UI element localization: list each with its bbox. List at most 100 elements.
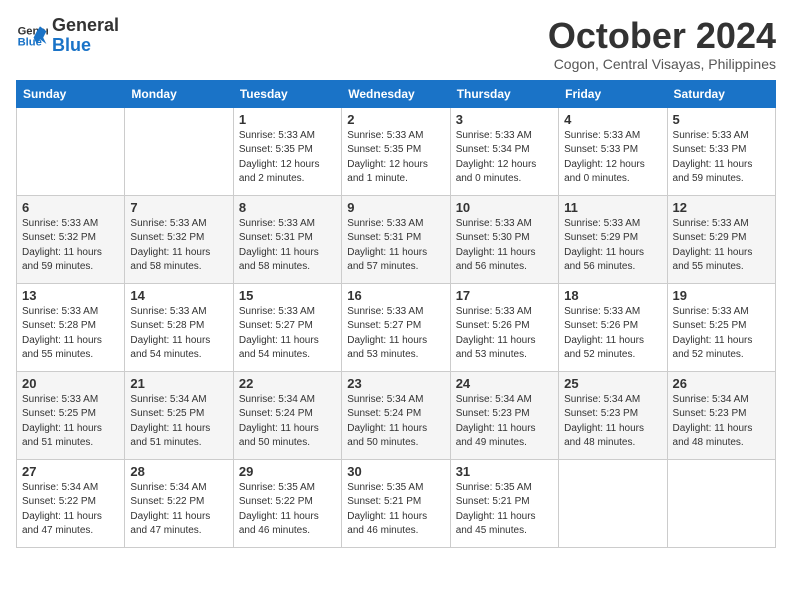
day-number: 31: [456, 464, 553, 479]
day-number: 27: [22, 464, 119, 479]
week-row-2: 6 Sunrise: 5:33 AM Sunset: 5:32 PM Daylig…: [17, 195, 776, 283]
day-number: 8: [239, 200, 336, 215]
calendar-cell: 13 Sunrise: 5:33 AM Sunset: 5:28 PM Dayli…: [17, 283, 125, 371]
day-number: 21: [130, 376, 227, 391]
calendar-cell: 15 Sunrise: 5:33 AM Sunset: 5:27 PM Dayli…: [233, 283, 341, 371]
day-detail: Sunrise: 5:33 AM Sunset: 5:31 PM Dayligh…: [239, 217, 336, 275]
calendar-cell: 30 Sunrise: 5:35 AM Sunset: 5:21 PM Dayli…: [342, 459, 450, 547]
day-detail: Sunrise: 5:33 AM Sunset: 5:32 PM Dayligh…: [22, 217, 119, 275]
calendar-cell: 2 Sunrise: 5:33 AM Sunset: 5:35 PM Daylig…: [342, 107, 450, 195]
page-header: General Blue General Blue October 2024 C…: [16, 16, 776, 72]
day-detail: Sunrise: 5:35 AM Sunset: 5:22 PM Dayligh…: [239, 481, 336, 539]
calendar-cell: 24 Sunrise: 5:34 AM Sunset: 5:23 PM Dayli…: [450, 371, 558, 459]
weekday-header-sunday: Sunday: [17, 80, 125, 107]
calendar-cell: 6 Sunrise: 5:33 AM Sunset: 5:32 PM Daylig…: [17, 195, 125, 283]
day-detail: Sunrise: 5:33 AM Sunset: 5:25 PM Dayligh…: [22, 393, 119, 451]
weekday-header-friday: Friday: [559, 80, 667, 107]
calendar-cell: 21 Sunrise: 5:34 AM Sunset: 5:25 PM Dayli…: [125, 371, 233, 459]
logo-line1: General: [52, 16, 119, 36]
logo: General Blue General Blue: [16, 16, 119, 56]
day-number: 14: [130, 288, 227, 303]
weekday-header-wednesday: Wednesday: [342, 80, 450, 107]
day-number: 18: [564, 288, 661, 303]
calendar-cell: 26Sunrise: 5:34 AM Sunset: 5:23 PM Dayli…: [667, 371, 775, 459]
calendar-table: SundayMondayTuesdayWednesdayThursdayFrid…: [16, 80, 776, 548]
day-detail: Sunrise: 5:34 AM Sunset: 5:22 PM Dayligh…: [22, 481, 119, 539]
day-number: 26: [673, 376, 770, 391]
calendar-cell: 10Sunrise: 5:33 AM Sunset: 5:30 PM Dayli…: [450, 195, 558, 283]
weekday-header-tuesday: Tuesday: [233, 80, 341, 107]
day-detail: Sunrise: 5:33 AM Sunset: 5:28 PM Dayligh…: [22, 305, 119, 363]
logo-icon: General Blue: [16, 20, 48, 52]
day-detail: Sunrise: 5:33 AM Sunset: 5:29 PM Dayligh…: [673, 217, 770, 275]
day-detail: Sunrise: 5:34 AM Sunset: 5:23 PM Dayligh…: [456, 393, 553, 451]
calendar-cell: 31 Sunrise: 5:35 AM Sunset: 5:21 PM Dayli…: [450, 459, 558, 547]
day-detail: Sunrise: 5:33 AM Sunset: 5:25 PM Dayligh…: [673, 305, 770, 363]
day-detail: Sunrise: 5:34 AM Sunset: 5:23 PM Dayligh…: [564, 393, 661, 451]
calendar-cell: 4Sunrise: 5:33 AM Sunset: 5:33 PM Daylig…: [559, 107, 667, 195]
logo-line2: Blue: [52, 36, 119, 56]
weekday-header-monday: Monday: [125, 80, 233, 107]
day-number: 13: [22, 288, 119, 303]
day-number: 2: [347, 112, 444, 127]
day-detail: Sunrise: 5:34 AM Sunset: 5:25 PM Dayligh…: [130, 393, 227, 451]
day-detail: Sunrise: 5:35 AM Sunset: 5:21 PM Dayligh…: [347, 481, 444, 539]
day-number: 23: [347, 376, 444, 391]
day-detail: Sunrise: 5:33 AM Sunset: 5:32 PM Dayligh…: [130, 217, 227, 275]
day-detail: Sunrise: 5:33 AM Sunset: 5:27 PM Dayligh…: [239, 305, 336, 363]
day-detail: Sunrise: 5:33 AM Sunset: 5:35 PM Dayligh…: [347, 129, 444, 187]
day-detail: Sunrise: 5:34 AM Sunset: 5:24 PM Dayligh…: [239, 393, 336, 451]
calendar-cell: 12 Sunrise: 5:33 AM Sunset: 5:29 PM Dayli…: [667, 195, 775, 283]
location: Cogon, Central Visayas, Philippines: [548, 56, 776, 72]
day-number: 19: [673, 288, 770, 303]
day-detail: Sunrise: 5:33 AM Sunset: 5:27 PM Dayligh…: [347, 305, 444, 363]
day-number: 1: [239, 112, 336, 127]
calendar-cell: 16 Sunrise: 5:33 AM Sunset: 5:27 PM Dayli…: [342, 283, 450, 371]
calendar-cell: 25 Sunrise: 5:34 AM Sunset: 5:23 PM Dayli…: [559, 371, 667, 459]
calendar-cell: 8 Sunrise: 5:33 AM Sunset: 5:31 PM Daylig…: [233, 195, 341, 283]
day-number: 20: [22, 376, 119, 391]
day-detail: Sunrise: 5:33 AM Sunset: 5:26 PM Dayligh…: [564, 305, 661, 363]
day-number: 17: [456, 288, 553, 303]
calendar-cell: 5 Sunrise: 5:33 AM Sunset: 5:33 PM Daylig…: [667, 107, 775, 195]
day-number: 12: [673, 200, 770, 215]
day-detail: Sunrise: 5:34 AM Sunset: 5:24 PM Dayligh…: [347, 393, 444, 451]
day-number: 4: [564, 112, 661, 127]
day-detail: Sunrise: 5:33 AM Sunset: 5:29 PM Dayligh…: [564, 217, 661, 275]
week-row-5: 27 Sunrise: 5:34 AM Sunset: 5:22 PM Dayli…: [17, 459, 776, 547]
day-detail: Sunrise: 5:33 AM Sunset: 5:31 PM Dayligh…: [347, 217, 444, 275]
day-number: 15: [239, 288, 336, 303]
calendar-cell: 7 Sunrise: 5:33 AM Sunset: 5:32 PM Daylig…: [125, 195, 233, 283]
day-number: 9: [347, 200, 444, 215]
day-detail: Sunrise: 5:33 AM Sunset: 5:35 PM Dayligh…: [239, 129, 336, 187]
calendar-cell: 22Sunrise: 5:34 AM Sunset: 5:24 PM Dayli…: [233, 371, 341, 459]
month-title: October 2024: [548, 16, 776, 56]
day-number: 28: [130, 464, 227, 479]
day-detail: Sunrise: 5:33 AM Sunset: 5:28 PM Dayligh…: [130, 305, 227, 363]
calendar-cell: 17Sunrise: 5:33 AM Sunset: 5:26 PM Dayli…: [450, 283, 558, 371]
day-number: 5: [673, 112, 770, 127]
day-detail: Sunrise: 5:35 AM Sunset: 5:21 PM Dayligh…: [456, 481, 553, 539]
calendar-cell: 19 Sunrise: 5:33 AM Sunset: 5:25 PM Dayli…: [667, 283, 775, 371]
day-detail: Sunrise: 5:33 AM Sunset: 5:34 PM Dayligh…: [456, 129, 553, 187]
day-number: 25: [564, 376, 661, 391]
day-number: 30: [347, 464, 444, 479]
week-row-3: 13 Sunrise: 5:33 AM Sunset: 5:28 PM Dayli…: [17, 283, 776, 371]
day-number: 7: [130, 200, 227, 215]
calendar-cell: 18 Sunrise: 5:33 AM Sunset: 5:26 PM Dayli…: [559, 283, 667, 371]
calendar-cell: 29Sunrise: 5:35 AM Sunset: 5:22 PM Dayli…: [233, 459, 341, 547]
week-row-1: 1 Sunrise: 5:33 AM Sunset: 5:35 PM Daylig…: [17, 107, 776, 195]
calendar-cell: 3 Sunrise: 5:33 AM Sunset: 5:34 PM Daylig…: [450, 107, 558, 195]
day-number: 24: [456, 376, 553, 391]
weekday-header-thursday: Thursday: [450, 80, 558, 107]
calendar-cell: 20 Sunrise: 5:33 AM Sunset: 5:25 PM Dayli…: [17, 371, 125, 459]
calendar-cell: [125, 107, 233, 195]
day-number: 6: [22, 200, 119, 215]
calendar-cell: 11Sunrise: 5:33 AM Sunset: 5:29 PM Dayli…: [559, 195, 667, 283]
day-number: 10: [456, 200, 553, 215]
day-number: 16: [347, 288, 444, 303]
day-detail: Sunrise: 5:33 AM Sunset: 5:33 PM Dayligh…: [673, 129, 770, 187]
title-block: October 2024 Cogon, Central Visayas, Phi…: [548, 16, 776, 72]
day-number: 3: [456, 112, 553, 127]
calendar-cell: [17, 107, 125, 195]
